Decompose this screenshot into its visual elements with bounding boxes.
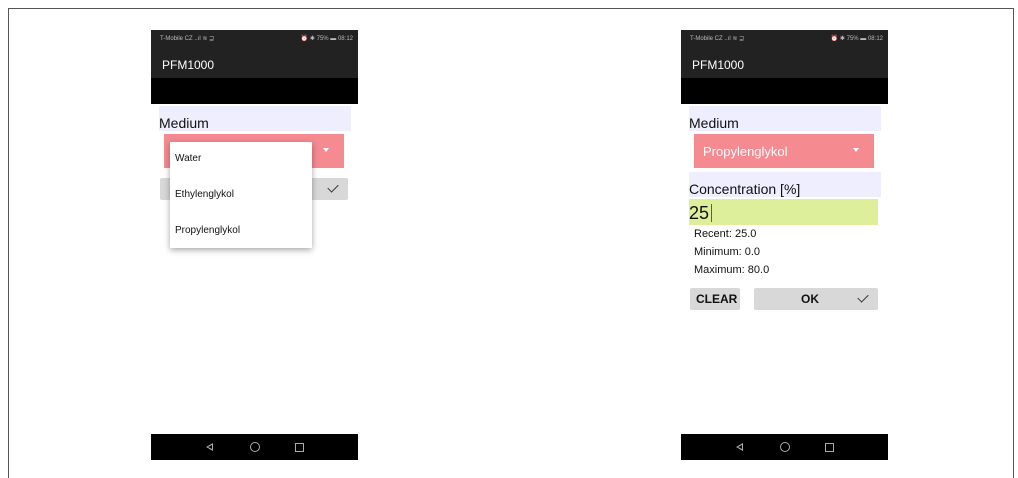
ok-button-label: OK: [801, 292, 819, 306]
phone-screen-dropdown-open: T-Mobile CZ ..ıl ≋ ⊒ ⏰ ✱ 75% ▬ 08:12 PFM…: [151, 30, 358, 460]
app-bar-extension: [681, 78, 888, 104]
phone-screen-concentration: T-Mobile CZ ..ıl ≋ ⊒ ⏰ ✱ 75% ▬ 08:12 PFM…: [681, 30, 888, 460]
concentration-section: Concentration [%]: [689, 172, 881, 197]
status-right: ⏰ ✱ 75% ▬ 08:12: [830, 36, 883, 42]
dropdown-option-ethylenglykol[interactable]: Ethylenglykol: [175, 189, 234, 200]
status-carrier: T-Mobile CZ ..ıl ≋ ⊒: [690, 36, 745, 42]
app-title: PFM1000: [692, 58, 745, 72]
back-icon[interactable]: [206, 443, 213, 451]
text-cursor: [711, 204, 712, 222]
status-bar: T-Mobile CZ ..ıl ≋ ⊒ ⏰ ✱ 75% ▬ 08:12: [151, 30, 358, 48]
status-carrier: T-Mobile CZ ..ıl ≋ ⊒: [160, 36, 215, 42]
concentration-input[interactable]: 25: [689, 199, 878, 225]
app-bar-extension: [151, 78, 358, 104]
chevron-down-icon: [853, 148, 859, 152]
medium-section: Medium: [689, 106, 881, 131]
medium-dropdown-menu: Water Ethylenglykol Propylenglykol: [170, 142, 312, 248]
medium-section: Medium: [159, 106, 351, 131]
app-bar: PFM1000: [151, 48, 358, 78]
concentration-value: 25: [689, 203, 710, 223]
status-right: ⏰ ✱ 75% ▬ 08:12: [300, 36, 353, 42]
minimum-value: Minimum: 0.0: [694, 246, 761, 258]
clear-button[interactable]: CLEAR: [690, 288, 740, 310]
nav-bar: [151, 434, 358, 460]
home-icon[interactable]: [250, 442, 260, 452]
medium-spinner[interactable]: Propylenglykol: [694, 134, 874, 168]
medium-selected-value: Propylenglykol: [703, 144, 788, 159]
chevron-down-icon: [323, 148, 329, 152]
medium-label: Medium: [689, 115, 739, 131]
check-icon: [857, 291, 869, 303]
maximum-value: Maximum: 80.0: [694, 264, 770, 276]
dropdown-option-water[interactable]: Water: [175, 153, 201, 164]
recent-value: Recent: 25.0: [694, 228, 757, 240]
clear-button-label: CLEAR: [696, 292, 738, 306]
ok-button[interactable]: OK: [754, 288, 878, 310]
home-icon[interactable]: [780, 442, 790, 452]
back-icon[interactable]: [736, 443, 743, 451]
recent-apps-icon[interactable]: [825, 443, 834, 452]
app-bar: PFM1000: [681, 48, 888, 78]
medium-label: Medium: [159, 115, 209, 131]
concentration-label: Concentration [%]: [689, 181, 801, 197]
app-title: PFM1000: [162, 58, 215, 72]
recent-apps-icon[interactable]: [295, 443, 304, 452]
nav-bar: [681, 434, 888, 460]
check-icon: [327, 181, 339, 193]
dropdown-option-propylenglykol[interactable]: Propylenglykol: [175, 225, 240, 236]
status-bar: T-Mobile CZ ..ıl ≋ ⊒ ⏰ ✱ 75% ▬ 08:12: [681, 30, 888, 48]
